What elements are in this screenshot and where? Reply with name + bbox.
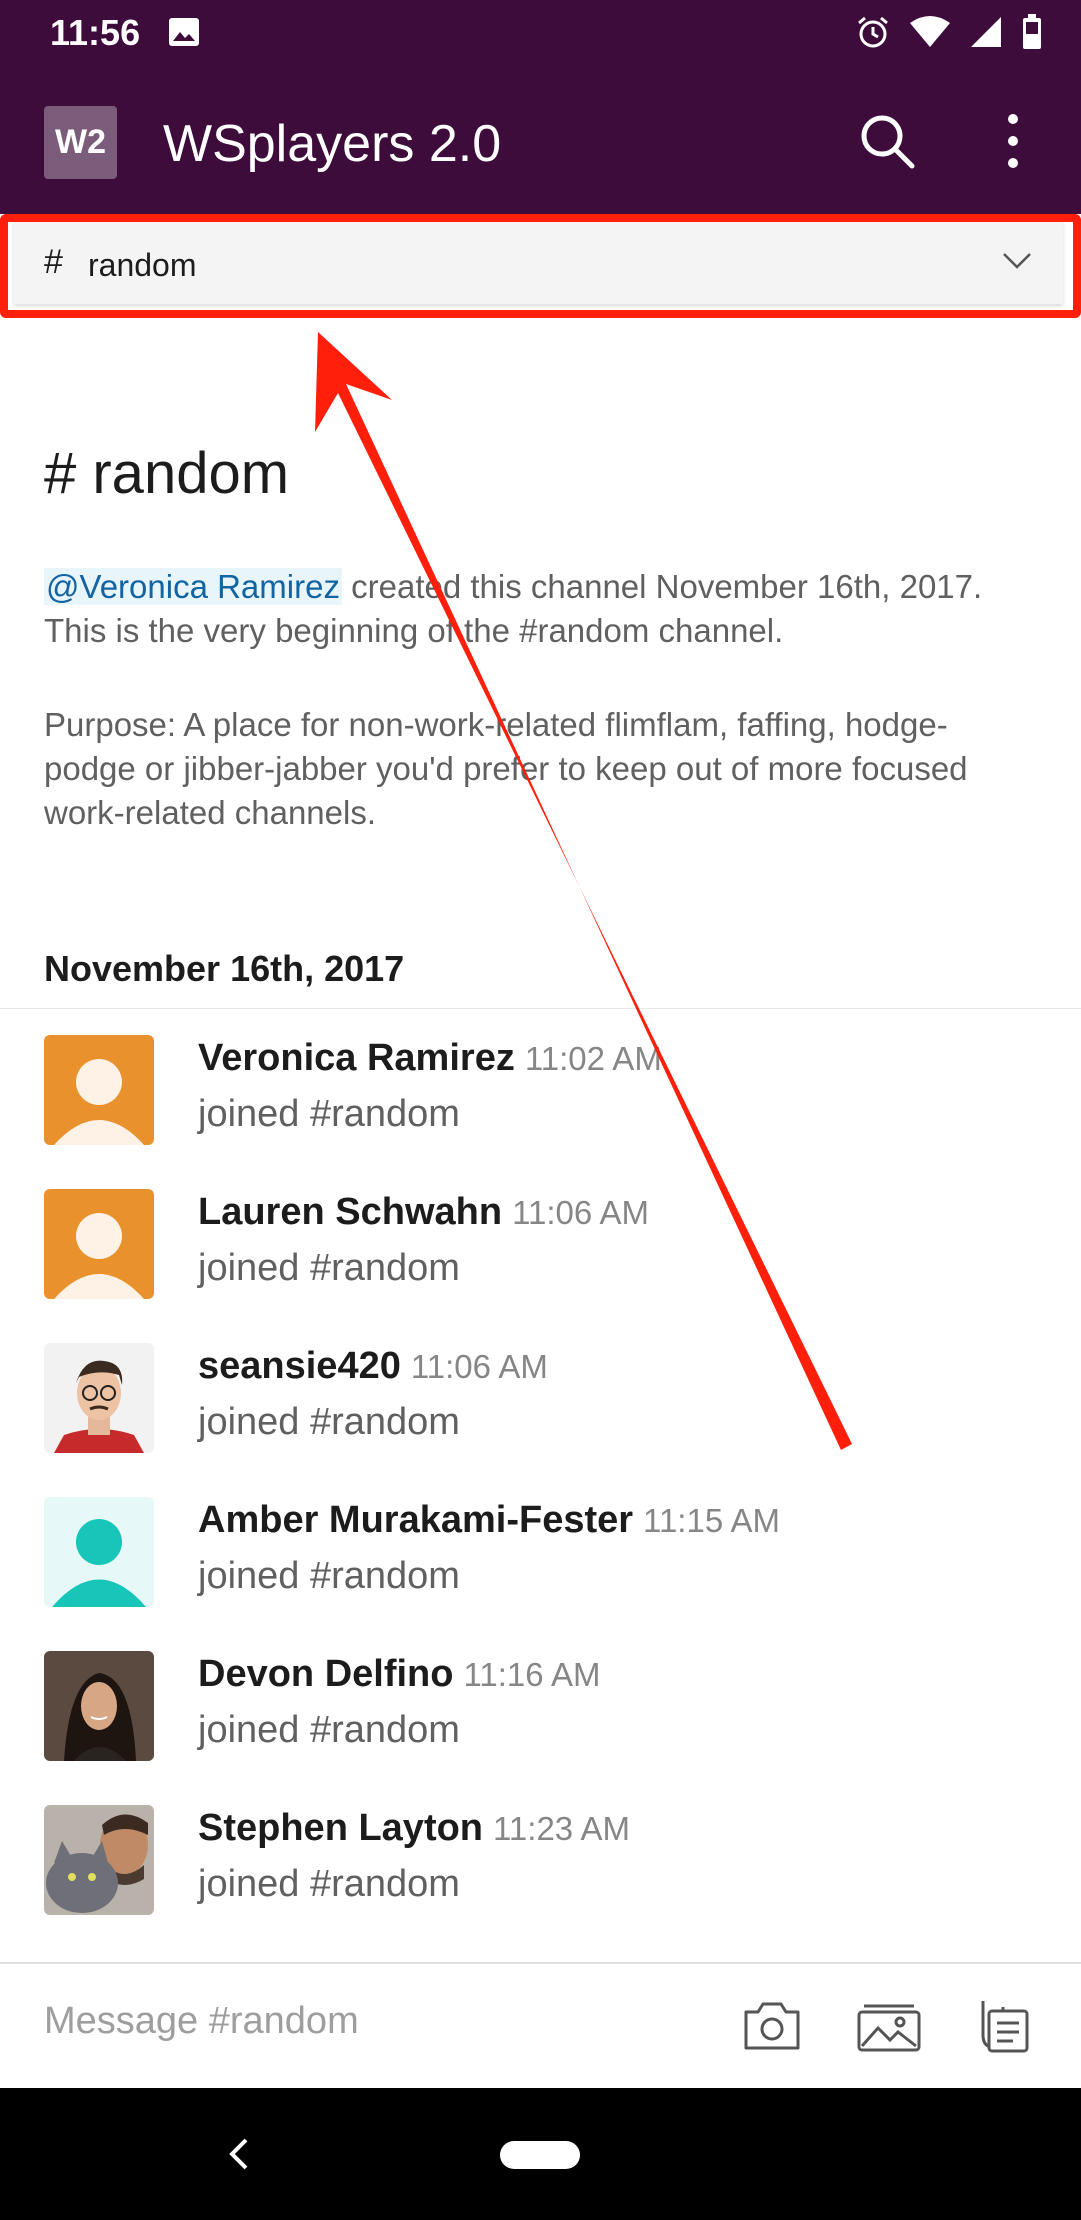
message-body: joined #random bbox=[198, 1555, 460, 1597]
status-time: 11:56 bbox=[50, 12, 141, 53]
message-item[interactable]: Amber Murakami-Fester 11:15 AM joined #ra… bbox=[44, 1497, 1044, 1609]
message-item[interactable]: seansie420 11:06 AM joined #random bbox=[44, 1343, 1044, 1455]
message-item[interactable]: Veronica Ramirez 11:02 AM joined #random bbox=[44, 1035, 1044, 1147]
search-icon[interactable] bbox=[857, 111, 917, 171]
channel-created-text: @Veronica Ramirez created this channel N… bbox=[44, 565, 1034, 653]
message-author[interactable]: Devon Delfino bbox=[198, 1653, 453, 1695]
message-author[interactable]: Veronica Ramirez bbox=[198, 1037, 515, 1079]
message-body: joined #random bbox=[198, 1863, 460, 1905]
avatar[interactable] bbox=[44, 1035, 154, 1145]
camera-icon[interactable] bbox=[742, 1998, 802, 2052]
photo-avatar-icon bbox=[44, 1343, 154, 1453]
message-time: 11:15 AM bbox=[643, 1502, 781, 1539]
photo-avatar-icon bbox=[44, 1805, 154, 1915]
signal-icon bbox=[971, 17, 1001, 47]
message-time: 11:23 AM bbox=[493, 1810, 631, 1847]
channel-intro-title: # random bbox=[44, 441, 290, 506]
date-divider-line bbox=[0, 1008, 1081, 1009]
message-author[interactable]: Lauren Schwahn bbox=[198, 1191, 502, 1233]
avatar[interactable] bbox=[44, 1651, 154, 1761]
message-body: joined #random bbox=[198, 1401, 460, 1443]
message-time: 11:02 AM bbox=[524, 1040, 662, 1077]
default-avatar-icon bbox=[44, 1497, 154, 1607]
message-author[interactable]: Stephen Layton bbox=[198, 1807, 483, 1849]
highlight-box bbox=[0, 214, 1081, 318]
message-author[interactable]: Amber Murakami-Fester bbox=[198, 1499, 633, 1541]
message-item[interactable]: Lauren Schwahn 11:06 AM joined #random bbox=[44, 1189, 1044, 1301]
gallery-icon[interactable] bbox=[856, 1996, 922, 2054]
app-bar: W2 WSplayers 2.0 bbox=[0, 66, 1081, 214]
photo-avatar-icon bbox=[44, 1651, 154, 1761]
message-time: 11:06 AM bbox=[512, 1194, 650, 1231]
alarm-icon bbox=[858, 16, 888, 48]
message-body: joined #random bbox=[198, 1093, 460, 1135]
message-item[interactable]: Devon Delfino 11:16 AM joined #random bbox=[44, 1651, 1044, 1763]
channel-purpose: Purpose: A place for non-work-related fl… bbox=[44, 706, 968, 831]
more-options-icon[interactable] bbox=[998, 111, 1028, 171]
battery-icon bbox=[1023, 14, 1041, 49]
message-time: 11:16 AM bbox=[463, 1656, 601, 1693]
avatar[interactable] bbox=[44, 1805, 154, 1915]
message-item[interactable]: Stephen Layton 11:23 AM joined #random bbox=[44, 1805, 1044, 1917]
message-body: joined #random bbox=[198, 1709, 460, 1751]
attach-file-icon[interactable] bbox=[975, 1995, 1031, 2055]
message-time: 11:06 AM bbox=[410, 1348, 548, 1385]
back-icon[interactable] bbox=[224, 2136, 254, 2172]
default-avatar-icon bbox=[44, 1189, 154, 1299]
avatar[interactable] bbox=[44, 1497, 154, 1607]
image-notification-icon bbox=[169, 18, 199, 46]
system-nav-bar bbox=[0, 2088, 1081, 2220]
workspace-icon[interactable]: W2 bbox=[44, 106, 117, 179]
status-bar: 11:56 bbox=[0, 0, 1081, 66]
wifi-icon bbox=[910, 16, 950, 47]
composer-divider bbox=[0, 1962, 1081, 1964]
status-icons bbox=[855, 14, 1043, 50]
creator-mention[interactable]: @Veronica Ramirez bbox=[44, 568, 342, 605]
avatar[interactable] bbox=[44, 1343, 154, 1453]
workspace-name[interactable]: WSplayers 2.0 bbox=[163, 114, 501, 174]
message-body: joined #random bbox=[198, 1247, 460, 1289]
message-input[interactable]: Message #random bbox=[44, 2000, 359, 2043]
avatar[interactable] bbox=[44, 1189, 154, 1299]
date-divider-label: November 16th, 2017 bbox=[44, 948, 405, 989]
message-author[interactable]: seansie420 bbox=[198, 1345, 401, 1387]
home-button[interactable] bbox=[500, 2141, 580, 2169]
default-avatar-icon bbox=[44, 1035, 154, 1145]
